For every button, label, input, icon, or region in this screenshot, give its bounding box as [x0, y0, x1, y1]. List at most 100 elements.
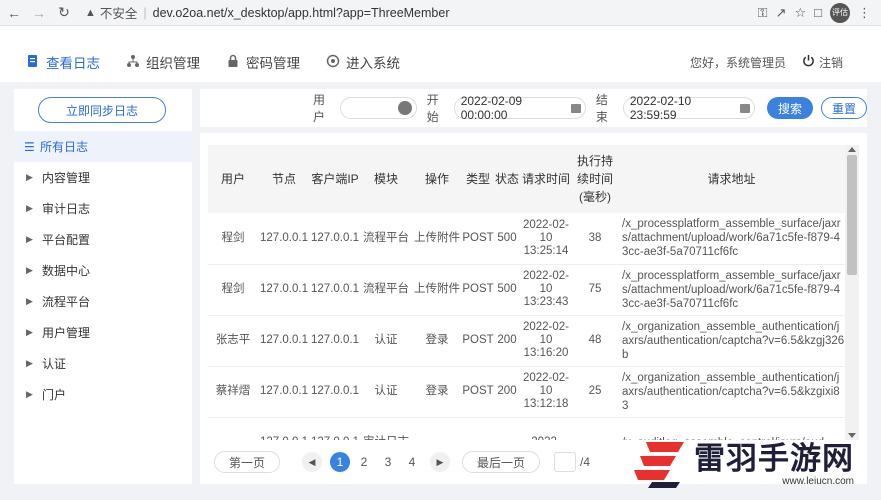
back-icon[interactable]: ←: [3, 2, 25, 24]
more-icon[interactable]: ⋮: [858, 5, 871, 21]
reset-button[interactable]: 重置: [820, 97, 868, 119]
cell-client-ip: 127.0.0.1: [311, 385, 359, 397]
cell-module: 认证: [374, 385, 398, 397]
start-date-input[interactable]: 2022-02-09 00:00:00: [453, 94, 586, 122]
sidebar-item-audit-logs[interactable]: ▶ 审计日志: [14, 193, 192, 224]
page-number[interactable]: 4: [402, 452, 422, 472]
warning-icon[interactable]: ▲: [85, 7, 96, 19]
cell-status: 500: [497, 283, 517, 295]
sidebar-item-label: 内容管理: [42, 171, 91, 185]
start-label: 开始: [426, 93, 439, 124]
page-jump-input[interactable]: [554, 452, 577, 472]
sidebar-item-authentication[interactable]: ▶ 认证: [14, 348, 192, 379]
page-number[interactable]: 1: [330, 452, 351, 472]
pagination: 第一页 ◀ 1 2 3 4 ▶ 最后一页 /4: [214, 451, 590, 473]
cell-status: 200: [497, 385, 517, 397]
share-icon[interactable]: ↗: [776, 5, 787, 21]
calendar-icon[interactable]: [571, 103, 581, 113]
page-number[interactable]: 2: [354, 452, 374, 472]
column-header-status: 状态: [494, 172, 519, 186]
org-icon: [126, 54, 140, 71]
key-icon[interactable]: ⚿: [758, 5, 768, 21]
calendar-icon[interactable]: [740, 103, 750, 113]
table-row[interactable]: 程剑 127.0.0.1 127.0.0.1 流程平台 上传附件 POST 50…: [208, 213, 845, 264]
list-icon: ☰: [24, 139, 35, 154]
cell-module: 认证: [374, 334, 398, 346]
sidebar-item-process-platform[interactable]: ▶ 流程平台: [14, 286, 192, 317]
cell-client-ip: 127.0.0.1: [311, 231, 359, 244]
table-header-row: 用户 节点 客户端IP 模块 操作 类型 状态 请求时间 执行持续时间(毫秒) …: [208, 145, 845, 213]
column-header-operation: 操作: [424, 172, 449, 186]
cell-user: 蔡祥熠: [215, 385, 251, 397]
prev-page-icon[interactable]: ◀: [302, 452, 323, 472]
sync-logs-button[interactable]: 立即同步日志: [38, 97, 166, 123]
power-icon: [802, 54, 815, 70]
address-bar[interactable]: ▲ 不安全 | dev.o2oa.net/x_desktop/app.html?…: [85, 2, 758, 24]
scroll-up-icon[interactable]: [848, 147, 856, 152]
watermark-logo-icon: [630, 438, 688, 490]
cell-operation: 登录: [425, 385, 449, 397]
sidebar-item-label: 认证: [42, 357, 67, 371]
sidebar-item-label: 门户: [42, 388, 67, 402]
cell-node: 127.0.0.1: [260, 334, 308, 346]
page-number[interactable]: 3: [378, 452, 398, 472]
first-page-button[interactable]: 第一页: [214, 451, 281, 473]
caret-right-icon: ▶: [26, 358, 33, 368]
star-icon[interactable]: ☆: [794, 5, 806, 21]
forward-icon[interactable]: →: [28, 2, 50, 24]
table-row[interactable]: 蔡祥熠 127.0.0.1 127.0.0.1 认证 登录 POST 200 2…: [208, 366, 845, 417]
table-scroll-area[interactable]: 用户 节点 客户端IP 模块 操作 类型 状态 请求时间 执行持续时间(毫秒) …: [208, 145, 845, 440]
cell-user: 程剑: [221, 283, 245, 295]
cell-client-ip: 127.0.0.1: [311, 334, 359, 346]
table-row[interactable]: 张志平 127.0.0.1 127.0.0.1 认证 登录 POST 200 2…: [208, 315, 845, 366]
cell-request-url: /x_processplatform_assemble_surface/jaxr…: [622, 269, 841, 310]
cell-duration: [572, 417, 618, 440]
sidebar-item-platform-config[interactable]: ▶ 平台配置: [14, 224, 192, 255]
sidebar-item-portal[interactable]: ▶ 门户: [14, 379, 192, 410]
user-input[interactable]: [340, 97, 417, 119]
log-table-panel: 用户 节点 客户端IP 模块 操作 类型 状态 请求时间 执行持续时间(毫秒) …: [200, 133, 867, 484]
app-header: 查看日志 组织管理 密码管理 进入系统 您好，系统管理员 注销: [0, 44, 881, 80]
sidebar-item-user-management[interactable]: ▶ 用户管理: [14, 317, 192, 348]
sidebar-item-data-center[interactable]: ▶ 数据中心: [14, 255, 192, 286]
cell-user: 程剑: [221, 231, 245, 244]
cell-client-ip: 127.0.0.1: [311, 283, 359, 295]
column-header-request-url: 请求地址: [707, 172, 756, 186]
cell-request-time: 2022-02-10 13:16:20: [522, 321, 570, 359]
system-icon: [326, 54, 340, 71]
last-page-button[interactable]: 最后一页: [462, 451, 541, 473]
nav-enter-system[interactable]: 进入系统: [326, 52, 400, 72]
nav-password-management[interactable]: 密码管理: [226, 52, 300, 72]
table-row[interactable]: 127.0.0.1 127.0.0.1 审计日志 2022- /x_auditl…: [208, 417, 845, 440]
end-date-input[interactable]: 2022-02-10 23:59:59: [622, 94, 755, 122]
cell-module: 流程平台: [363, 231, 409, 244]
cell-user: [208, 417, 258, 440]
scroll-thumb[interactable]: [847, 155, 857, 275]
sidebar-item-all-logs[interactable]: ☰ 所有日志: [14, 131, 192, 162]
cell-request-time: 2022-: [520, 417, 572, 440]
reload-icon[interactable]: ↻: [53, 2, 75, 24]
url-text[interactable]: dev.o2oa.net/x_desktop/app.html?app=Thre…: [153, 6, 450, 20]
column-header-user: 用户: [220, 172, 245, 186]
cell-module: 流程平台: [363, 283, 409, 295]
logout-button[interactable]: 注销: [802, 54, 843, 71]
search-button[interactable]: 搜索: [766, 97, 813, 119]
security-label[interactable]: 不安全: [100, 3, 138, 22]
end-label: 结束: [595, 93, 608, 124]
sidebar-icon[interactable]: □: [814, 5, 822, 20]
cell-user: 张志平: [215, 334, 251, 346]
next-page-icon[interactable]: ▶: [430, 452, 451, 472]
nav-view-logs[interactable]: 查看日志: [26, 52, 100, 72]
profile-avatar[interactable]: 评估: [830, 2, 850, 23]
table-scrollbar[interactable]: [845, 145, 859, 440]
caret-right-icon: ▶: [26, 203, 33, 213]
cell-node: 127.0.0.1: [260, 283, 308, 295]
sidebar-item-content-management[interactable]: ▶ 内容管理: [14, 162, 192, 193]
table-row[interactable]: 程剑 127.0.0.1 127.0.0.1 流程平台 上传附件 POST 50…: [208, 264, 845, 315]
cell-operation: 上传附件: [414, 283, 460, 295]
nav-label: 密码管理: [246, 56, 300, 71]
user-icon[interactable]: [397, 101, 412, 115]
cell-duration: 48: [588, 334, 602, 346]
nav-org-management[interactable]: 组织管理: [126, 52, 200, 72]
caret-right-icon: ▶: [26, 327, 33, 337]
